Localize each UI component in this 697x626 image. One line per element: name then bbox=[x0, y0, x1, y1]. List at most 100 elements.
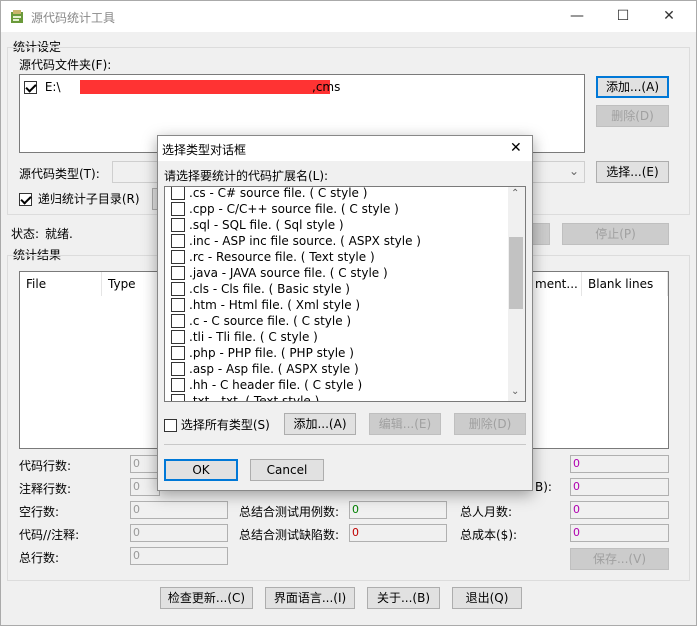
scroll-down-icon[interactable]: ⌄ bbox=[511, 386, 519, 397]
window-title: 源代码统计工具 bbox=[31, 11, 116, 25]
dialog-close-button[interactable]: ✕ bbox=[510, 140, 522, 156]
minimize-button[interactable]: — bbox=[554, 1, 600, 32]
column-header-type[interactable]: Type bbox=[102, 272, 162, 296]
save-button[interactable]: 保存...(V) bbox=[570, 548, 669, 570]
item-checkbox[interactable] bbox=[171, 378, 185, 392]
item-checkbox[interactable] bbox=[171, 187, 185, 200]
main-window: 源代码统计工具 — ☐ ✕ 统计设定 源代码文件夹(F): E:\ ,cms 添… bbox=[0, 0, 697, 626]
item-checkbox[interactable] bbox=[171, 266, 185, 280]
list-item[interactable]: .hh - C header file. ( C style ) bbox=[165, 377, 509, 393]
status-label: 状态: bbox=[11, 227, 40, 241]
folder-prefix: E:\ bbox=[44, 80, 61, 94]
dialog-delete-button[interactable]: 删除(D) bbox=[454, 413, 526, 435]
list-scrollbar[interactable]: ⌃ ⌄ bbox=[508, 187, 525, 401]
source-type-label: 源代码类型(T): bbox=[19, 167, 100, 181]
code-comment-label: 代码//注释: bbox=[19, 528, 80, 542]
select-type-dialog: 选择类型对话框 ✕ 请选择要统计的代码扩展名(L): .cs - C# sour… bbox=[157, 135, 533, 491]
column-header-comment[interactable]: ment... bbox=[528, 272, 582, 296]
code-comment-value: 0 bbox=[130, 524, 228, 542]
select-type-button[interactable]: 选择...(E) bbox=[596, 161, 669, 183]
dialog-cancel-button[interactable]: Cancel bbox=[250, 459, 324, 481]
total-lines-value: 0 bbox=[130, 547, 228, 565]
exit-button[interactable]: 退出(Q) bbox=[452, 587, 522, 609]
list-item[interactable]: .htm - Html file. ( Xml style ) bbox=[165, 297, 509, 313]
maximize-button[interactable]: ☐ bbox=[600, 1, 646, 32]
code-lines-label: 代码行数: bbox=[19, 459, 72, 473]
comment-lines-value: 0 bbox=[130, 478, 160, 496]
list-item[interactable]: .rc - Resource file. ( Text style ) bbox=[165, 249, 509, 265]
column-header-file[interactable]: File bbox=[20, 272, 102, 296]
dialog-edit-button[interactable]: 编辑...(E) bbox=[369, 413, 441, 435]
dialog-title-bar: 选择类型对话框 ✕ bbox=[158, 136, 532, 161]
test-cases-label: 总结合测试用例数: bbox=[239, 505, 340, 519]
right-second-value: 0 bbox=[570, 478, 669, 496]
code-lines-value: 0 bbox=[130, 455, 160, 473]
list-item[interactable]: .cpp - C/C++ source file. ( C style ) bbox=[165, 201, 509, 217]
item-checkbox[interactable] bbox=[171, 298, 185, 312]
list-item[interactable]: .tli - Tli file. ( C style ) bbox=[165, 329, 509, 345]
item-checkbox[interactable] bbox=[171, 250, 185, 264]
test-defects-value: 0 bbox=[349, 524, 447, 542]
column-header-blank-lines[interactable]: Blank lines bbox=[582, 272, 668, 296]
add-folder-button[interactable]: 添加...(A) bbox=[596, 76, 669, 98]
item-checkbox[interactable] bbox=[171, 346, 185, 360]
check-update-button[interactable]: 检查更新...(C) bbox=[160, 587, 253, 609]
test-cases-value: 0 bbox=[349, 501, 447, 519]
item-checkbox[interactable] bbox=[171, 362, 185, 376]
dialog-add-button[interactable]: 添加...(A) bbox=[284, 413, 356, 435]
select-all-option[interactable]: 选择所有类型(S) bbox=[164, 416, 270, 433]
delete-folder-button[interactable]: 删除(D) bbox=[596, 105, 669, 127]
close-button[interactable]: ✕ bbox=[646, 1, 692, 32]
item-checkbox[interactable] bbox=[171, 330, 185, 344]
select-all-label: 选择所有类型(S) bbox=[180, 418, 270, 432]
blank-lines-label: 空行数: bbox=[19, 505, 60, 519]
list-item[interactable]: .java - JAVA source file. ( C style ) bbox=[165, 265, 509, 281]
total-cost-value: 0 bbox=[570, 524, 669, 542]
partial-right-label: B): bbox=[535, 480, 552, 494]
folder-list-item[interactable]: E:\ ,cms bbox=[24, 79, 340, 95]
list-item[interactable]: .cs - C# source file. ( C style ) bbox=[165, 187, 509, 201]
list-item[interactable]: .inc - ASP inc file source. ( ASPX style… bbox=[165, 233, 509, 249]
recursive-label: 递归统计子目录(R) bbox=[37, 192, 140, 206]
test-defects-label: 总结合测试缺陷数: bbox=[239, 528, 340, 542]
recursive-option[interactable]: 递归统计子目录(R) bbox=[19, 190, 140, 207]
title-bar: 源代码统计工具 — ☐ ✕ bbox=[1, 1, 696, 32]
list-item[interactable]: .c - C source file. ( C style ) bbox=[165, 313, 509, 329]
redacted-path bbox=[80, 80, 330, 94]
list-item[interactable]: .php - PHP file. ( PHP style ) bbox=[165, 345, 509, 361]
extension-list[interactable]: .cs - C# source file. ( C style ) .cpp -… bbox=[164, 186, 526, 402]
total-cost-label: 总成本($): bbox=[460, 528, 518, 542]
folder-checkbox[interactable] bbox=[24, 81, 37, 94]
total-lines-label: 总行数: bbox=[19, 551, 60, 565]
item-checkbox[interactable] bbox=[171, 218, 185, 232]
list-item[interactable]: .txt - txt. ( Text style ) bbox=[165, 393, 509, 401]
list-item[interactable]: .sql - SQL file. ( Sql style ) bbox=[165, 217, 509, 233]
app-icon bbox=[11, 10, 23, 23]
folder-label: 源代码文件夹(F): bbox=[19, 58, 112, 72]
select-all-checkbox[interactable] bbox=[164, 419, 177, 432]
dialog-prompt: 请选择要统计的代码扩展名(L): bbox=[164, 169, 329, 183]
language-button[interactable]: 界面语言...(I) bbox=[265, 587, 355, 609]
scrollbar-thumb[interactable] bbox=[509, 237, 523, 309]
item-checkbox[interactable] bbox=[171, 282, 185, 296]
item-checkbox[interactable] bbox=[171, 394, 185, 401]
list-item[interactable]: .asp - Asp file. ( ASPX style ) bbox=[165, 361, 509, 377]
person-month-value: 0 bbox=[570, 501, 669, 519]
dialog-ok-button[interactable]: OK bbox=[164, 459, 238, 481]
recursive-checkbox[interactable] bbox=[19, 193, 32, 206]
right-top-value: 0 bbox=[570, 455, 669, 473]
item-checkbox[interactable] bbox=[171, 234, 185, 248]
about-button[interactable]: 关于...(B) bbox=[367, 587, 440, 609]
blank-lines-value: 0 bbox=[130, 501, 228, 519]
item-checkbox[interactable] bbox=[171, 202, 185, 216]
list-item[interactable]: .cls - Cls file. ( Basic style ) bbox=[165, 281, 509, 297]
scroll-up-icon[interactable]: ⌃ bbox=[511, 188, 519, 199]
chevron-down-icon: ⌄ bbox=[568, 164, 579, 178]
stop-button[interactable]: 停止(P) bbox=[562, 223, 669, 245]
person-month-label: 总人月数: bbox=[460, 505, 513, 519]
dialog-divider bbox=[164, 444, 526, 445]
folder-suffix: ,cms bbox=[312, 80, 341, 94]
item-checkbox[interactable] bbox=[171, 314, 185, 328]
comment-lines-label: 注释行数: bbox=[19, 482, 72, 496]
start-button-partial[interactable] bbox=[532, 223, 550, 245]
